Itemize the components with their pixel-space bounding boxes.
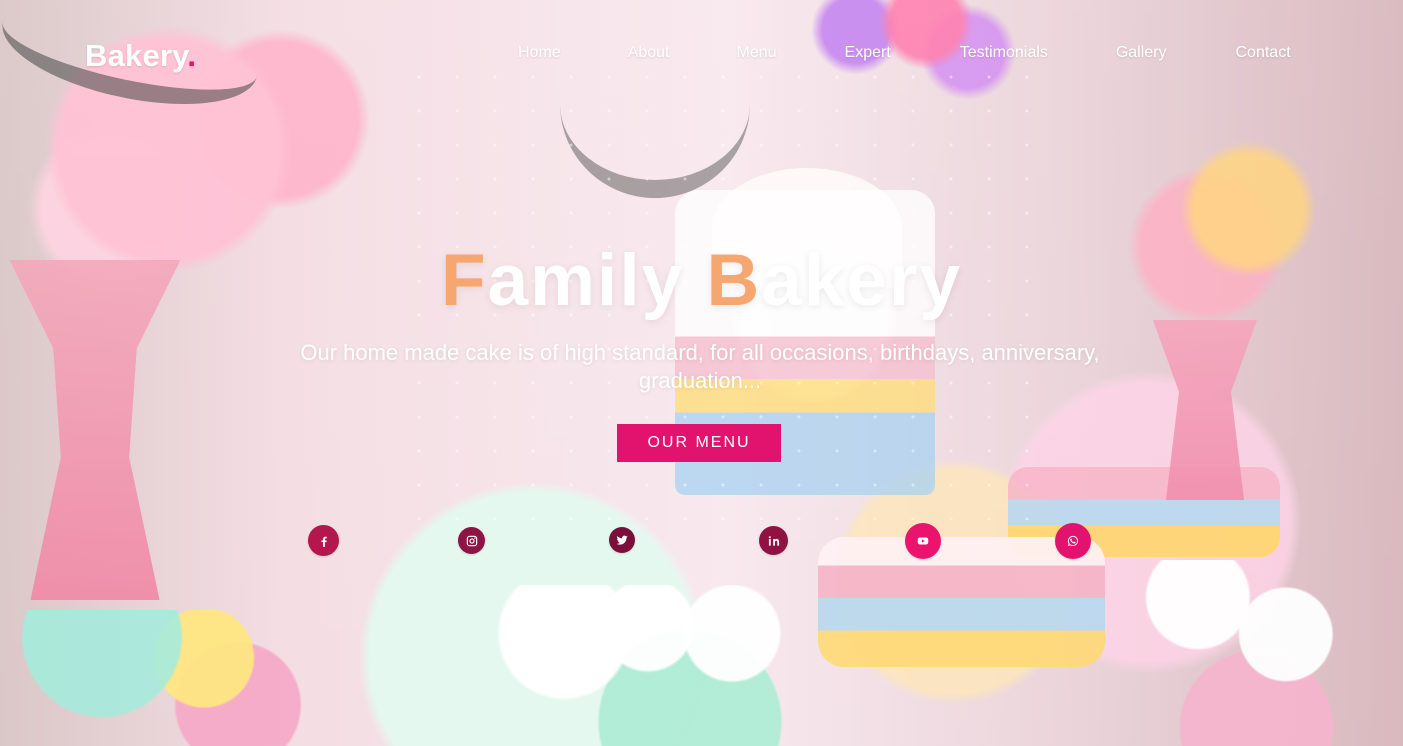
facebook-icon — [317, 534, 331, 548]
nav-menu-link[interactable]: Menu — [737, 44, 777, 62]
hero-title-family-rest: amily — [487, 239, 685, 321]
nav-expert-link[interactable]: Expert — [845, 44, 891, 62]
brand-name: Bakery — [85, 38, 188, 73]
hero-title-first-letter-family: F — [440, 239, 488, 321]
hero-title-bakery-rest: akery — [761, 239, 963, 321]
our-menu-button[interactable]: OUR MENU — [617, 424, 781, 462]
main-menu: Home About Menu Expert Testimonials Gall… — [518, 44, 1291, 62]
twitter-link[interactable] — [609, 527, 635, 553]
youtube-link[interactable] — [905, 523, 941, 559]
nav-testimonials-link[interactable]: Testimonials — [960, 44, 1048, 62]
top-navigation: Bakery. Home About Menu Expert Testimoni… — [0, 0, 1403, 110]
brand-dot: . — [187, 38, 197, 73]
hero-title-first-letter-bakery: B — [706, 239, 762, 321]
linkedin-link[interactable] — [759, 526, 788, 555]
instagram-link[interactable] — [458, 527, 485, 554]
nav-gallery-link[interactable]: Gallery — [1116, 44, 1167, 62]
facebook-link[interactable] — [308, 525, 339, 556]
hero-title-space — [684, 240, 706, 321]
twitter-icon — [615, 533, 629, 547]
whatsapp-icon — [1066, 534, 1080, 548]
instagram-icon — [465, 534, 479, 548]
hero-subtitle: Our home made cake is of high standard, … — [300, 340, 1100, 393]
nav-home-link[interactable]: Home — [518, 44, 561, 62]
whatsapp-link[interactable] — [1055, 523, 1091, 559]
hero-title: Family Bakery — [0, 244, 1403, 317]
linkedin-icon — [767, 534, 781, 548]
youtube-icon — [916, 534, 930, 548]
nav-about-link[interactable]: About — [628, 44, 670, 62]
nav-contact-link[interactable]: Contact — [1236, 44, 1291, 62]
brand-logo[interactable]: Bakery. — [85, 38, 196, 74]
hero-section: Bakery. Home About Menu Expert Testimoni… — [0, 0, 1403, 746]
